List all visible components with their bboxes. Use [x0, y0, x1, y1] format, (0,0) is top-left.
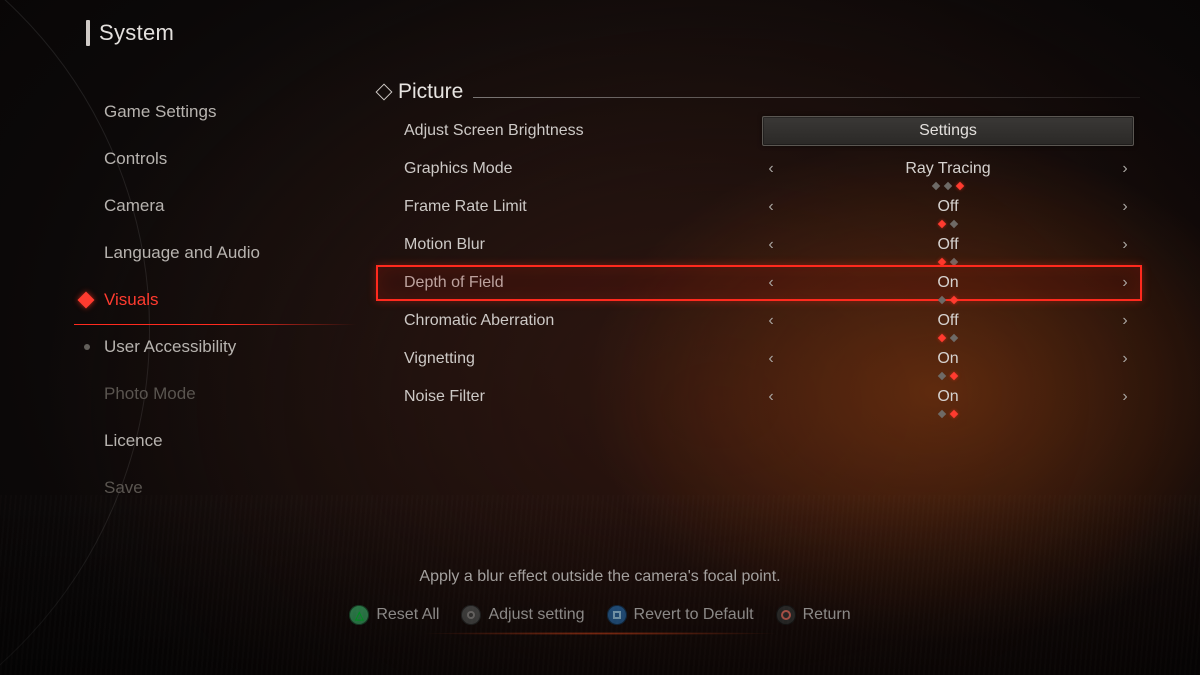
hint-reset-all: △ Reset All — [349, 605, 439, 625]
chevron-right-icon[interactable]: › — [1116, 274, 1134, 292]
chevron-left-icon[interactable]: ‹ — [762, 350, 780, 368]
chevron-right-icon[interactable]: › — [1116, 312, 1134, 330]
sidebar: Game Settings Controls Camera Language and … — [80, 88, 350, 511]
sidebar-item-licence[interactable]: Licence — [80, 417, 350, 464]
chevron-left-icon[interactable]: ‹ — [762, 198, 780, 216]
hint-return: Return — [776, 605, 851, 625]
sidebar-item-visuals[interactable]: Visuals — [80, 276, 350, 323]
pip-icon — [950, 410, 958, 418]
setting-value: On — [780, 389, 1116, 405]
section-divider — [473, 97, 1140, 98]
setting-label: Adjust Screen Brightness — [404, 122, 756, 140]
chevron-left-icon[interactable]: ‹ — [762, 312, 780, 330]
hint-reset-label: Reset All — [376, 606, 439, 624]
section-title: Picture — [398, 80, 463, 104]
sidebar-item-label: Photo Mode — [104, 384, 196, 404]
pip-icon — [938, 410, 946, 418]
setting-value-area: ‹On› — [756, 340, 1140, 378]
setting-row-depth-of-field[interactable]: Depth of Field‹On› — [404, 264, 1140, 302]
setting-row-adjust-screen-brightness[interactable]: Adjust Screen Brightness Settings — [404, 112, 1140, 150]
hint-adjust-label: Adjust setting — [488, 606, 584, 624]
chevron-right-icon[interactable]: › — [1116, 236, 1134, 254]
sidebar-item-camera[interactable]: Camera — [80, 182, 350, 229]
setting-row-vignetting[interactable]: Vignetting‹On› — [404, 340, 1140, 378]
header-accent-bar — [86, 20, 90, 46]
chevron-right-icon[interactable]: › — [1116, 198, 1134, 216]
setting-value-area: ‹Ray Tracing› — [756, 150, 1140, 188]
square-button-icon — [607, 605, 627, 625]
sidebar-item-label: Save — [104, 478, 143, 498]
setting-value-area: ‹On› — [756, 264, 1140, 302]
page-header: System — [86, 20, 174, 46]
setting-row-frame-rate-limit[interactable]: Frame Rate Limit‹Off› — [404, 188, 1140, 226]
chevron-left-icon[interactable]: ‹ — [762, 236, 780, 254]
setting-row-graphics-mode[interactable]: Graphics Mode‹Ray Tracing› — [404, 150, 1140, 188]
setting-label: Frame Rate Limit — [404, 198, 756, 216]
bullet-icon — [84, 344, 90, 350]
circle-button-icon — [776, 605, 796, 625]
diamond-icon — [376, 84, 393, 101]
sidebar-item-label: Language and Audio — [104, 243, 260, 263]
sidebar-item-photo-mode[interactable]: Photo Mode — [80, 370, 350, 417]
setting-label: Motion Blur — [404, 236, 756, 254]
sidebar-item-label: Controls — [104, 149, 167, 169]
setting-value-area: ‹Off› — [756, 188, 1140, 226]
settings-button[interactable]: Settings — [762, 116, 1134, 146]
stick-button-icon — [461, 605, 481, 625]
setting-value: On — [780, 351, 1116, 367]
button-hints: △ Reset All Adjust setting Revert to Def… — [0, 605, 1200, 625]
sidebar-item-label: User Accessibility — [104, 337, 236, 357]
sidebar-item-label: Licence — [104, 431, 163, 451]
chevron-right-icon[interactable]: › — [1116, 350, 1134, 368]
hint-return-label: Return — [803, 606, 851, 624]
setting-value: Ray Tracing — [780, 161, 1116, 177]
setting-value: On — [780, 275, 1116, 291]
setting-value: Off — [780, 313, 1116, 329]
sidebar-item-label: Game Settings — [104, 102, 216, 122]
sidebar-item-user-accessibility[interactable]: User Accessibility — [80, 323, 350, 370]
hint-adjust-setting: Adjust setting — [461, 605, 584, 625]
chevron-left-icon[interactable]: ‹ — [762, 160, 780, 178]
sidebar-item-label: Camera — [104, 196, 164, 216]
option-pips — [756, 411, 1140, 417]
setting-value-area: ‹On› — [756, 378, 1140, 416]
chevron-right-icon[interactable]: › — [1116, 388, 1134, 406]
setting-value: Off — [780, 237, 1116, 253]
chevron-left-icon[interactable]: ‹ — [762, 274, 780, 292]
sidebar-item-game-settings[interactable]: Game Settings — [80, 88, 350, 135]
sidebar-item-controls[interactable]: Controls — [80, 135, 350, 182]
section-header: Picture — [378, 80, 1140, 104]
setting-value: Off — [780, 199, 1116, 215]
page-title: System — [99, 20, 174, 46]
setting-label: Graphics Mode — [404, 160, 756, 178]
diamond-icon — [78, 291, 95, 308]
main-panel: Picture Adjust Screen Brightness Settings… — [378, 80, 1140, 416]
setting-value-area: ‹Off› — [756, 226, 1140, 264]
chevron-right-icon[interactable]: › — [1116, 160, 1134, 178]
setting-description: Apply a blur effect outside the camera's… — [0, 568, 1200, 586]
sidebar-item-language-and-audio[interactable]: Language and Audio — [80, 229, 350, 276]
setting-row-noise-filter[interactable]: Noise Filter‹On› — [404, 378, 1140, 416]
sidebar-item-save[interactable]: Save — [80, 464, 350, 511]
settings-rows: Adjust Screen Brightness Settings Graphics… — [404, 112, 1140, 416]
setting-value-area: Settings — [756, 112, 1140, 150]
setting-label: Chromatic Aberration — [404, 312, 756, 330]
chevron-left-icon[interactable]: ‹ — [762, 388, 780, 406]
sidebar-item-label: Visuals — [104, 290, 159, 310]
setting-value-area: ‹Off› — [756, 302, 1140, 340]
triangle-button-icon: △ — [349, 605, 369, 625]
setting-row-chromatic-aberration[interactable]: Chromatic Aberration‹Off› — [404, 302, 1140, 340]
setting-label: Depth of Field — [404, 274, 756, 292]
setting-label: Noise Filter — [404, 388, 756, 406]
hint-revert-label: Revert to Default — [634, 606, 754, 624]
setting-label: Vignetting — [404, 350, 756, 368]
setting-row-motion-blur[interactable]: Motion Blur‹Off› — [404, 226, 1140, 264]
hint-revert-default: Revert to Default — [607, 605, 754, 625]
